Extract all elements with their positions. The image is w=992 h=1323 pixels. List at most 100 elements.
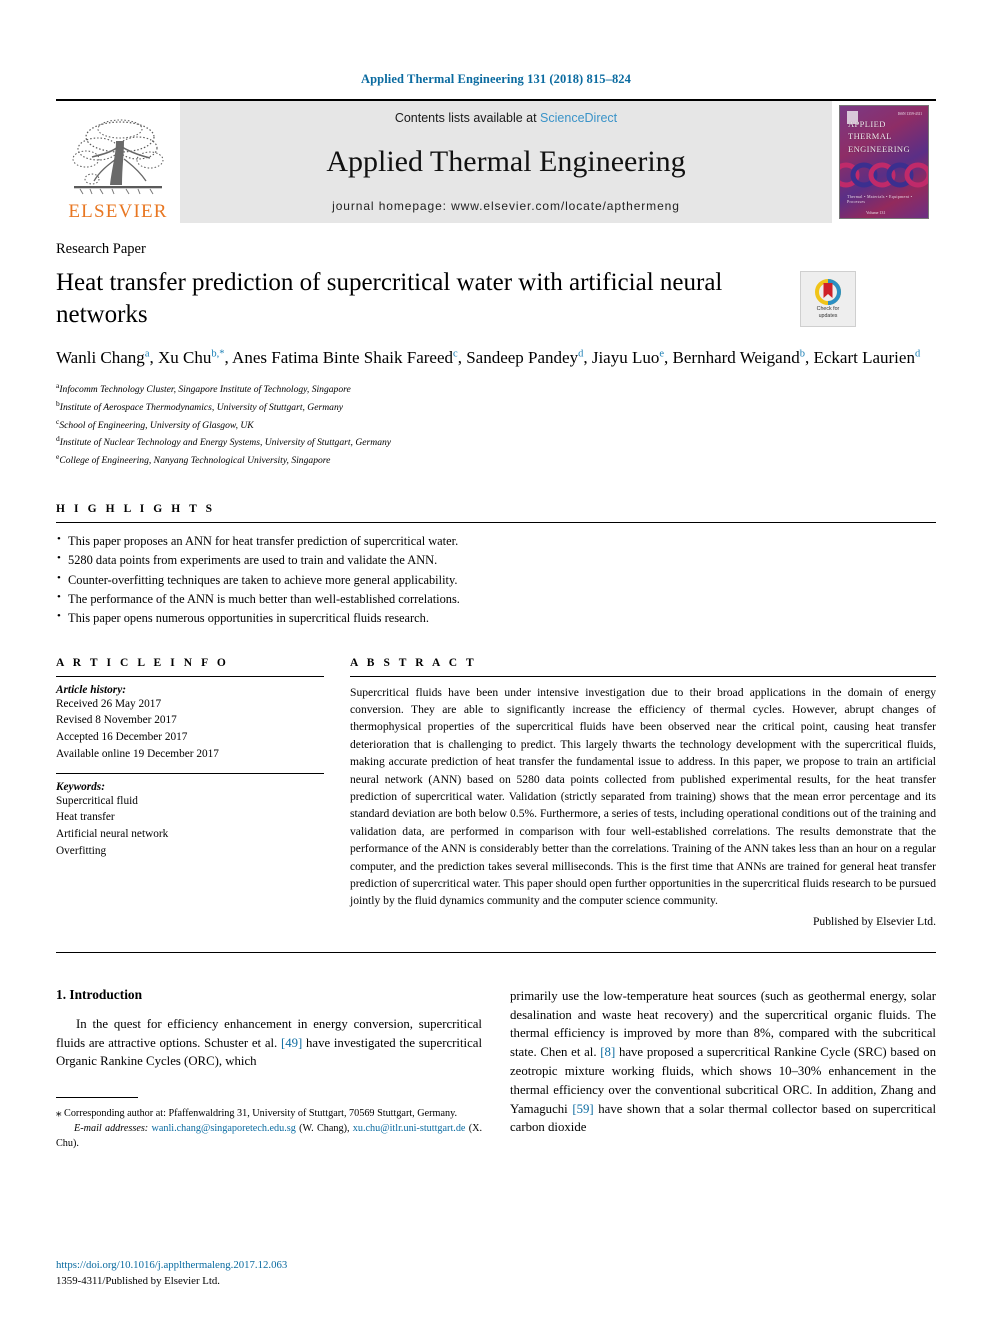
highlight-item: The performance of the ANN is much bette… (56, 589, 936, 609)
intro-paragraph-right: primarily use the low-temperature heat s… (510, 987, 936, 1137)
crossmark-icon (815, 278, 841, 305)
body-columns: 1. Introduction In the quest for efficie… (56, 987, 936, 1152)
left-column: 1. Introduction In the quest for efficie… (56, 987, 482, 1152)
info-abstract-row: A R T I C L E I N F O Article history: R… (56, 657, 936, 928)
citation-59[interactable]: [59] (572, 1102, 593, 1116)
author-affiliation-mark: b,* (211, 348, 225, 360)
affiliation-item: aInfocomm Technology Cluster, Singapore … (56, 380, 936, 398)
affiliation-item: bInstitute of Aerospace Thermodynamics, … (56, 398, 936, 416)
doi-link[interactable]: https://doi.org/10.1016/j.applthermaleng… (56, 1258, 287, 1273)
elsevier-tree-icon (72, 119, 164, 195)
corresponding-author-text: Corresponding author at: Pfaffenwaldring… (61, 1108, 458, 1120)
article-info-divider (56, 675, 324, 677)
affiliation-item: eCollege of Engineering, Nanyang Technol… (56, 451, 936, 469)
elsevier-wordmark: ELSEVIER (68, 201, 168, 222)
elsevier-logo: ELSEVIER (56, 101, 180, 223)
corresponding-author-note: ⁎ Corresponding author at: Pfaffenwaldri… (56, 1105, 482, 1122)
author-name: Eckart Laurien (813, 348, 915, 367)
citation-8[interactable]: [8] (600, 1045, 615, 1059)
abstract-column: A B S T R A C T Supercritical fluids hav… (350, 657, 936, 928)
highlights-section: H I G H L I G H T S This paper proposes … (56, 503, 936, 629)
crossmark-line2: updates (818, 312, 838, 319)
footnote-divider (56, 1097, 138, 1099)
email-note: E-mail addresses: wanli.chang@singaporet… (56, 1122, 482, 1152)
keyword-item: Artificial neural network (56, 827, 169, 840)
citation-49[interactable]: [49] (281, 1036, 302, 1050)
sciencedirect-link[interactable]: ScienceDirect (540, 111, 617, 125)
title-row: Heat transfer prediction of supercritica… (56, 267, 936, 330)
contents-available-line: Contents lists available at ScienceDirec… (395, 111, 617, 125)
affiliation-text: College of Engineering, Nanyang Technolo… (59, 455, 331, 467)
journal-cover-thumbnail: ISSN 1359-4311 APPLIED THERMAL ENGINEERI… (832, 101, 936, 223)
affiliation-item: dInstitute of Nuclear Technology and Ene… (56, 433, 936, 451)
author-name: Jiayu Luo (591, 348, 660, 367)
email-label: E-mail addresses: (74, 1123, 149, 1135)
author-name: Bernhard Weigand (672, 348, 800, 367)
cover-title-line3: ENGINEERING (848, 143, 910, 154)
affiliation-item: cSchool of Engineering, University of Gl… (56, 416, 936, 434)
author-name: Xu Chu (157, 348, 212, 367)
abstract-publisher-note: Published by Elsevier Ltd. (812, 914, 936, 928)
cover-title-line2: THERMAL (848, 131, 892, 142)
introduction-heading: 1. Introduction (56, 986, 143, 1002)
abstract-text: Supercritical fluids have been under int… (350, 685, 936, 908)
author-separator: , (457, 348, 467, 367)
email-owner-1: (W. Chang), (295, 1123, 353, 1135)
right-column: primarily use the low-temperature heat s… (510, 987, 936, 1152)
affiliation-text: School of Engineering, University of Gla… (59, 419, 254, 431)
cover-volume-text: Volume 131 (866, 210, 886, 215)
journal-homepage-link[interactable]: journal homepage: www.elsevier.com/locat… (332, 199, 680, 213)
author-name: Wanli Chang (56, 348, 145, 367)
highlight-item: This paper proposes an ANN for heat tran… (56, 531, 936, 551)
history-line: Received 26 May 2017 (56, 697, 162, 710)
keyword-item: Supercritical fluid (56, 794, 138, 807)
highlights-divider (56, 521, 936, 523)
article-info-label: A R T I C L E I N F O (56, 656, 229, 669)
affiliation-text: Infocomm Technology Cluster, Singapore I… (59, 384, 351, 396)
keywords-divider (56, 772, 324, 774)
journal-masthead: ELSEVIER Contents lists available at Sci… (56, 99, 936, 223)
paper-page: Applied Thermal Engineering 131 (2018) 8… (0, 0, 992, 1323)
history-line: Available online 19 December 2017 (56, 747, 219, 760)
crossmark-line1: Check for (816, 305, 840, 312)
intro-paragraph-left: In the quest for efficiency enhancement … (56, 1015, 482, 1071)
affiliation-list: aInfocomm Technology Cluster, Singapore … (56, 380, 936, 469)
history-line: Accepted 16 December 2017 (56, 731, 188, 744)
email-link-2[interactable]: xu.chu@itlr.uni-stuttgart.de (353, 1123, 466, 1134)
affiliation-text: Institute of Aerospace Thermodynamics, U… (59, 402, 343, 414)
issn-line: 1359-4311/Published by Elsevier Ltd. (56, 1274, 220, 1287)
article-history-label: Article history: (56, 683, 126, 696)
author-separator: , (664, 348, 673, 367)
cover-title: APPLIED THERMAL ENGINEERING (848, 118, 910, 155)
keyword-item: Overfitting (56, 844, 107, 857)
history-line: Revised 8 November 2017 (56, 714, 177, 727)
highlight-item: Counter-overfitting techniques are taken… (56, 570, 936, 590)
crossmark-badge[interactable]: Check for updates (800, 271, 856, 327)
running-head: Applied Thermal Engineering 131 (2018) 8… (360, 72, 631, 86)
page-title: Heat transfer prediction of supercritica… (56, 269, 723, 328)
section-divider (56, 951, 936, 953)
article-type: Research Paper (56, 241, 146, 257)
email-link-1[interactable]: wanli.chang@singaporetech.edu.sg (151, 1123, 295, 1134)
author-name: Sandeep Pandey (466, 348, 579, 367)
article-info-column: A R T I C L E I N F O Article history: R… (56, 657, 324, 928)
author-affiliation-mark: d (914, 348, 921, 360)
author-separator: , (583, 348, 592, 367)
keywords-label: Keywords: (56, 780, 105, 793)
highlights-label: H I G H L I G H T S (56, 502, 216, 515)
highlight-item: This paper opens numerous opportunities … (56, 608, 936, 628)
cover-image: ISSN 1359-4311 APPLIED THERMAL ENGINEERI… (839, 105, 929, 219)
abstract-divider (350, 675, 936, 677)
article-history-list: Received 26 May 2017 Revised 8 November 2… (56, 696, 324, 763)
abstract-label: A B S T R A C T (350, 656, 477, 669)
cover-rings-graphic (840, 162, 928, 188)
cover-issn: ISSN 1359-4311 (897, 112, 922, 116)
affiliation-text: Institute of Nuclear Technology and Ener… (59, 437, 392, 449)
keywords-list: Supercritical fluid Heat transfer Artifici… (56, 793, 324, 860)
contents-prefix: Contents lists available at (394, 111, 541, 125)
cover-title-line1: APPLIED (848, 119, 886, 129)
highlight-item: 5280 data points from experiments are us… (56, 550, 936, 570)
author-separator: , (224, 348, 233, 367)
cover-footer-text: Thermal • Materials • Equipment • Proces… (847, 194, 913, 204)
journal-title: Applied Thermal Engineering (326, 145, 686, 178)
